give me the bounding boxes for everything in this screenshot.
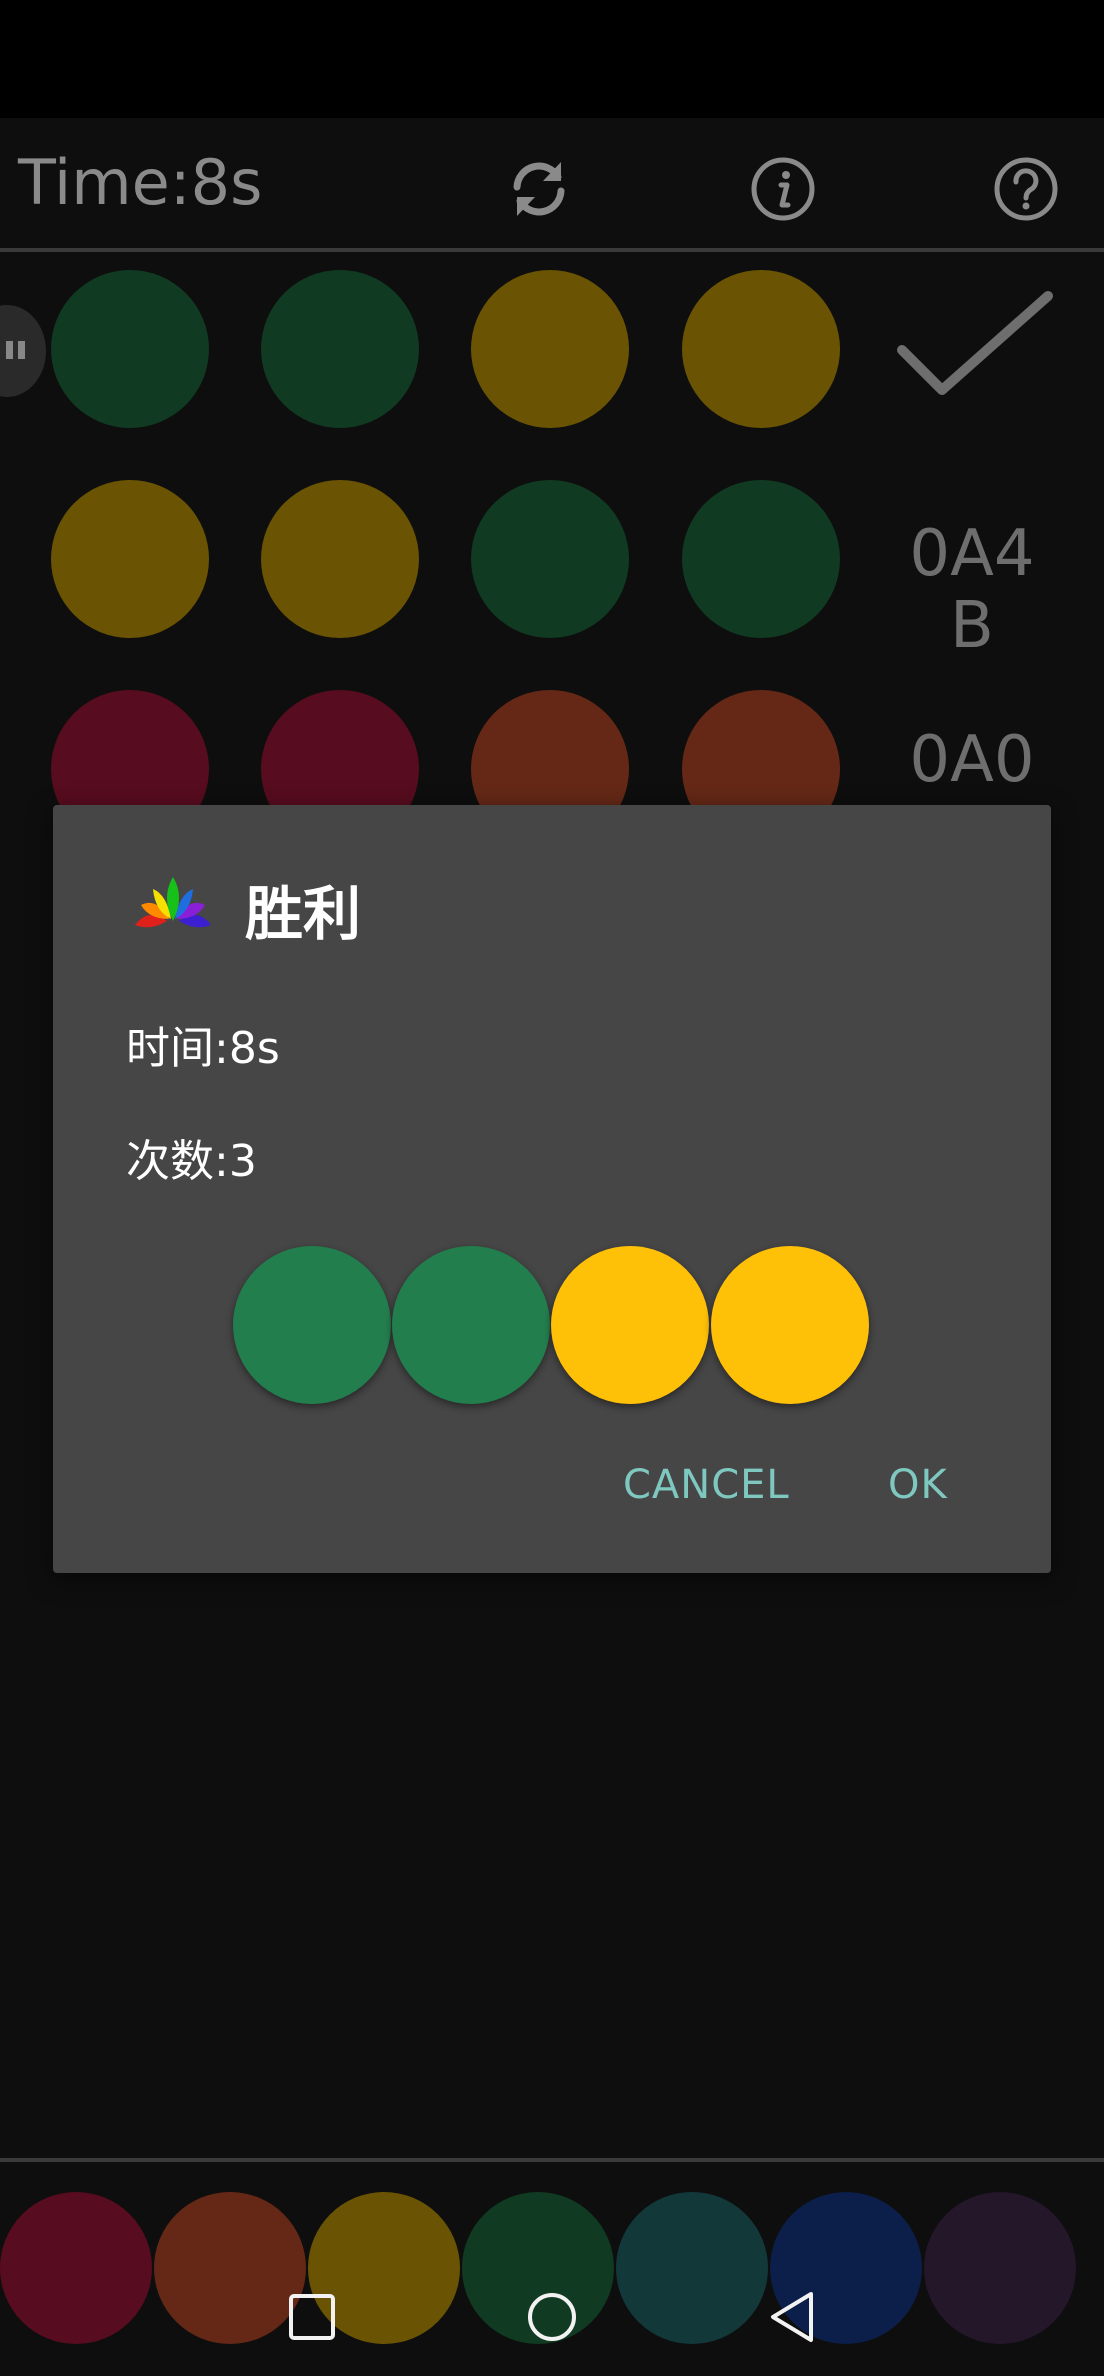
- time-line: 时间:8s: [126, 1023, 280, 1074]
- top-divider: [0, 248, 1104, 252]
- help-icon[interactable]: [990, 153, 1062, 225]
- answer-peg-yellow: [551, 1246, 709, 1404]
- bottom-divider: [0, 2158, 1104, 2162]
- feedback-text: 0A4B: [909, 517, 1035, 663]
- navigation-bar: [0, 2270, 1104, 2376]
- cancel-button[interactable]: CANCEL: [623, 1462, 790, 1508]
- check-icon: [890, 290, 1060, 410]
- peg-yellow: [261, 480, 419, 638]
- peg-yellow: [682, 270, 840, 428]
- side-handle[interactable]: [0, 305, 46, 397]
- victory-dialog: 胜利 时间:8s 次数:3 CANCEL OK: [53, 805, 1051, 1573]
- back-icon[interactable]: [767, 2290, 817, 2344]
- peg-green: [682, 480, 840, 638]
- answer-peg-green: [392, 1246, 550, 1404]
- recent-apps-icon[interactable]: [287, 2292, 337, 2342]
- status-bar: [0, 0, 1104, 118]
- info-icon[interactable]: [747, 153, 819, 225]
- refresh-icon[interactable]: [503, 153, 575, 225]
- answer-peg-green: [233, 1246, 391, 1404]
- home-icon[interactable]: [526, 2291, 578, 2343]
- peg-yellow: [51, 480, 209, 638]
- peg-green: [51, 270, 209, 428]
- ok-button[interactable]: OK: [888, 1462, 948, 1508]
- count-line: 次数:3: [126, 1136, 257, 1187]
- dialog-title: 胜利: [245, 880, 362, 948]
- feedback-text: 0A0: [909, 723, 1035, 797]
- top-bar: Time:8s: [0, 118, 1104, 248]
- answer-peg-yellow: [711, 1246, 869, 1404]
- time-label: Time:8s: [18, 146, 263, 219]
- lotus-icon: [133, 875, 213, 935]
- peg-green: [261, 270, 419, 428]
- peg-yellow: [471, 270, 629, 428]
- peg-green: [471, 480, 629, 638]
